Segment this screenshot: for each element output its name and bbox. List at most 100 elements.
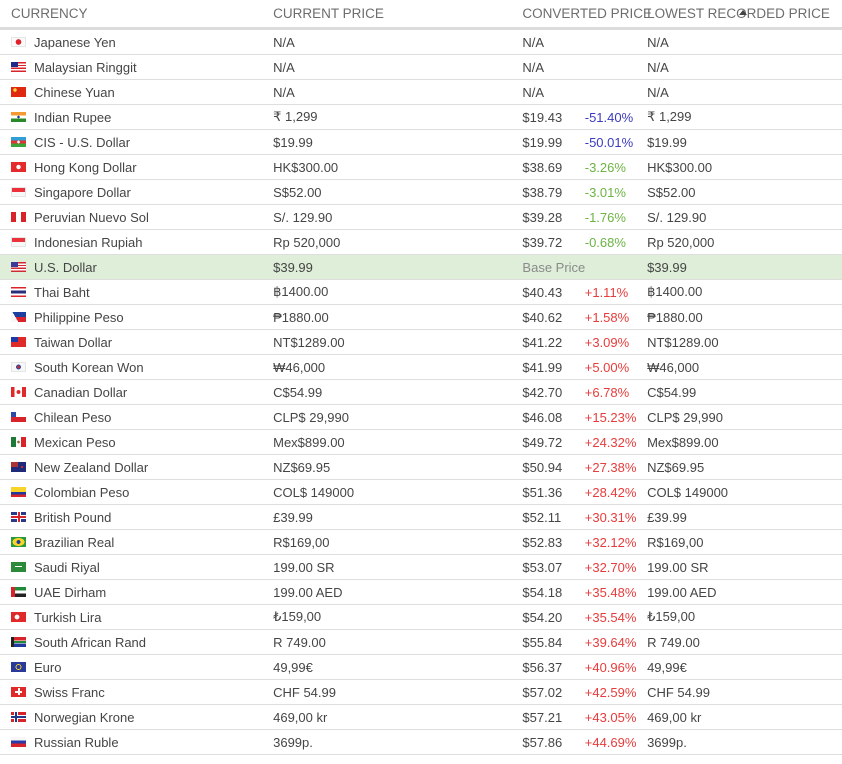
percent-difference-cell: +44.69% — [584, 729, 648, 755]
currency-cell: British Pound — [0, 504, 274, 530]
percent-difference-cell: +43.05% — [584, 704, 648, 730]
converted-price-cell: $19.43 — [522, 104, 585, 130]
table-row[interactable]: British Pound £39.99 $52.11 +30.31% £39.… — [0, 504, 842, 530]
lowest-recorded-price-cell: ₩46,000 — [647, 354, 842, 380]
converted-price-cell: $42.70 — [522, 379, 585, 405]
current-price-cell: $39.99 — [273, 254, 523, 280]
table-row[interactable]: Taiwan Dollar NT$1289.00 $41.22 +3.09% N… — [0, 329, 842, 355]
percent-difference-cell: +5.00% — [584, 354, 648, 380]
current-price-cell: £39.99 — [273, 504, 523, 530]
percent-difference-cell: +15.23% — [584, 404, 648, 430]
currency-cell: Singapore Dollar — [0, 179, 274, 205]
table-row[interactable]: Malaysian Ringgit N/A N/A N/A — [0, 54, 842, 80]
kr-flag-icon — [11, 361, 26, 372]
currency-name: Taiwan Dollar — [34, 335, 113, 351]
percent-difference-cell: +24.32% — [584, 429, 648, 455]
table-row[interactable]: Turkish Lira ₺159,00 $54.20 +35.54% ₺159… — [0, 604, 842, 630]
column-header-current-price[interactable]: CURRENT PRICE — [273, 0, 523, 30]
table-row[interactable]: Swiss Franc CHF 54.99 $57.02 +42.59% CHF… — [0, 679, 842, 705]
sg-flag-icon — [11, 186, 26, 197]
lowest-recorded-price-cell: N/A — [647, 79, 842, 105]
currency-name: Hong Kong Dollar — [34, 160, 137, 176]
converted-price-cell: $40.62 — [522, 304, 585, 330]
table-row[interactable]: Colombian Peso COL$ 149000 $51.36 +28.42… — [0, 479, 842, 505]
table-row[interactable]: Norwegian Krone 469,00 kr $57.21 +43.05%… — [0, 704, 842, 730]
table-body: Japanese Yen N/A N/A N/A Malaysian Ringg… — [0, 28, 842, 755]
table-row[interactable]: Peruvian Nuevo Sol S/. 129.90 $39.28 -1.… — [0, 204, 842, 230]
table-row[interactable]: Philippine Peso ₱1880.00 $40.62 +1.58% ₱… — [0, 304, 842, 330]
converted-price-cell: $57.86 — [522, 729, 585, 755]
table-row[interactable]: South African Rand R 749.00 $55.84 +39.6… — [0, 629, 842, 655]
lowest-recorded-price-cell: 3699p. — [647, 729, 842, 755]
currency-name: U.S. Dollar — [34, 260, 97, 276]
table-row[interactable]: U.S. Dollar $39.99 Base Price $39.99 — [0, 254, 842, 280]
column-header-converted-price[interactable]: CONVERTED PRICE — [522, 0, 747, 30]
converted-price-cell: $54.20 — [522, 604, 585, 630]
table-row[interactable]: CIS - U.S. Dollar $19.99 $19.99 -50.01% … — [0, 129, 842, 155]
current-price-cell: N/A — [273, 54, 523, 80]
converted-price-cell: $40.43 — [522, 279, 585, 305]
table-row[interactable]: Euro 49,99€ $56.37 +40.96% 49,99€ — [0, 654, 842, 680]
gb-flag-icon — [11, 511, 26, 522]
sort-ascending-icon[interactable] — [738, 9, 747, 15]
lowest-recorded-price-cell: COL$ 149000 — [647, 479, 842, 505]
currency-name: Euro — [34, 660, 62, 676]
ph-flag-icon — [11, 311, 26, 322]
table-row[interactable]: Singapore Dollar S$52.00 $38.79 -3.01% S… — [0, 179, 842, 205]
my-flag-icon — [11, 61, 26, 72]
lowest-recorded-price-cell: R$169,00 — [647, 529, 842, 555]
ru-flag-icon — [11, 736, 26, 747]
table-row[interactable]: Hong Kong Dollar HK$300.00 $38.69 -3.26%… — [0, 154, 842, 180]
converted-price-cell: N/A — [522, 28, 585, 55]
table-row[interactable]: Thai Baht ฿1400.00 $40.43 +1.11% ฿1400.0… — [0, 279, 842, 305]
lowest-recorded-price-cell: 199.00 SR — [647, 554, 842, 580]
lowest-recorded-price-cell: 199.00 AED — [647, 579, 842, 605]
percent-difference-cell: +1.58% — [584, 304, 648, 330]
current-price-cell: 49,99€ — [273, 654, 523, 680]
lowest-recorded-price-cell: S/. 129.90 — [647, 204, 842, 230]
za-flag-icon — [11, 636, 26, 647]
currency-name: Norwegian Krone — [34, 710, 135, 726]
currency-name: Singapore Dollar — [34, 185, 131, 201]
table-row[interactable]: Mexican Peso Mex$899.00 $49.72 +24.32% M… — [0, 429, 842, 455]
current-price-cell: CLP$ 29,990 — [273, 404, 523, 430]
currency-name: CIS - U.S. Dollar — [34, 135, 131, 151]
currency-cell: CIS - U.S. Dollar — [0, 129, 274, 155]
percent-difference-cell: -3.26% — [584, 154, 648, 180]
currency-cell: Russian Ruble — [0, 729, 274, 755]
lowest-recorded-price-cell: ฿1400.00 — [647, 279, 842, 305]
current-price-cell: ₩46,000 — [273, 354, 523, 380]
lowest-recorded-price-cell: 49,99€ — [647, 654, 842, 680]
converted-price-cell: $57.21 — [522, 704, 585, 730]
table-row[interactable]: Chinese Yuan N/A N/A N/A — [0, 79, 842, 105]
table-row[interactable]: Indonesian Rupiah Rp 520,000 $39.72 -0.6… — [0, 229, 842, 255]
table-row[interactable]: Brazilian Real R$169,00 $52.83 +32.12% R… — [0, 529, 842, 555]
table-row[interactable]: Indian Rupee ₹ 1,299 $19.43 -51.40% ₹ 1,… — [0, 104, 842, 130]
column-header-currency[interactable]: CURRENCY — [0, 0, 274, 30]
currency-cell: Thai Baht — [0, 279, 274, 305]
current-price-cell: 469,00 kr — [273, 704, 523, 730]
currency-cell: Malaysian Ringgit — [0, 54, 274, 80]
lowest-recorded-price-cell: HK$300.00 — [647, 154, 842, 180]
percent-difference-cell: -0.68% — [584, 229, 648, 255]
table-row[interactable]: Saudi Riyal 199.00 SR $53.07 +32.70% 199… — [0, 554, 842, 580]
currency-cell: Japanese Yen — [0, 28, 274, 55]
th-flag-icon — [11, 286, 26, 297]
us-flag-icon — [11, 261, 26, 272]
lowest-recorded-price-cell: Rp 520,000 — [647, 229, 842, 255]
table-row[interactable]: New Zealand Dollar NZ$69.95 $50.94 +27.3… — [0, 454, 842, 480]
table-row[interactable]: Japanese Yen N/A N/A N/A — [0, 28, 842, 55]
table-row[interactable]: UAE Dirham 199.00 AED $54.18 +35.48% 199… — [0, 579, 842, 605]
hk-flag-icon — [11, 161, 26, 172]
current-price-cell: Mex$899.00 — [273, 429, 523, 455]
currency-name: UAE Dirham — [34, 585, 107, 601]
table-row[interactable]: Russian Ruble 3699p. $57.86 +44.69% 3699… — [0, 729, 842, 755]
table-row[interactable]: Chilean Peso CLP$ 29,990 $46.08 +15.23% … — [0, 404, 842, 430]
table-row[interactable]: Canadian Dollar C$54.99 $42.70 +6.78% C$… — [0, 379, 842, 405]
lowest-recorded-price-cell: N/A — [647, 54, 842, 80]
ca-flag-icon — [11, 386, 26, 397]
currency-name: South Korean Won — [34, 360, 144, 376]
tw-flag-icon — [11, 336, 26, 347]
table-row[interactable]: South Korean Won ₩46,000 $41.99 +5.00% ₩… — [0, 354, 842, 380]
jp-flag-icon — [11, 36, 26, 47]
